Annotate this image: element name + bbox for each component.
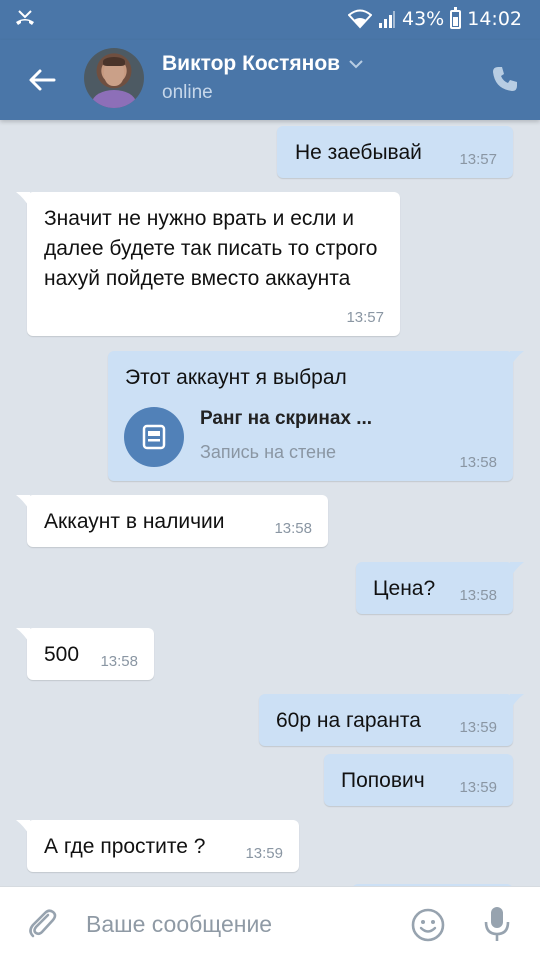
attachment-title: Ранг на скринах ... — [200, 408, 373, 429]
contact-name-row[interactable]: Виктор Костянов — [162, 52, 364, 76]
avatar[interactable] — [84, 48, 144, 108]
status-bar: 43% 14:02 — [0, 0, 540, 40]
missed-call-icon — [14, 8, 36, 30]
microphone-icon — [484, 907, 510, 941]
message-time: 13:59 — [245, 845, 283, 862]
message-bubble-in[interactable]: Значит не нужно врать и если и далее буд… — [16, 192, 400, 336]
emoji-button[interactable] — [410, 907, 446, 943]
signal-icon — [378, 9, 396, 29]
chat-header: Виктор Костянов online — [0, 40, 540, 120]
compose-bar — [0, 886, 540, 960]
wall-post-attachment[interactable]: Ранг на скринах ... Запись на стене — [124, 407, 372, 467]
message-bubble-out[interactable]: Попович 13:59 — [324, 754, 513, 806]
message-time: 13:58 — [274, 520, 312, 537]
message-time: 13:57 — [459, 151, 497, 168]
message-list[interactable]: Не заебывай 13:57 Значит не нужно врать … — [0, 120, 540, 886]
battery-percent: 43% — [402, 8, 445, 30]
contact-name: Виктор Костянов — [162, 52, 341, 75]
message-time: 13:57 — [346, 309, 384, 326]
message-time: 13:58 — [459, 587, 497, 604]
attachment-subtitle: Запись на стене — [200, 442, 337, 462]
attach-button[interactable] — [24, 905, 60, 941]
voice-message-button[interactable] — [482, 905, 512, 943]
message-text: Этот аккаунт я выбрал — [125, 366, 347, 389]
message-bubble-in[interactable]: Аккаунт в наличии 13:58 — [16, 495, 328, 547]
message-bubble-out[interactable]: Не заебывай 13:57 — [277, 126, 513, 178]
call-button[interactable] — [490, 64, 520, 94]
message-text: Попович — [341, 769, 425, 792]
wifi-icon — [348, 9, 372, 29]
message-bubble-in[interactable]: А где простите ? 13:59 — [16, 820, 299, 872]
emoji-icon — [411, 908, 445, 942]
message-time: 13:58 — [459, 454, 497, 471]
contact-status: online — [162, 82, 213, 103]
message-text: Цена? — [373, 577, 436, 600]
message-text: 500 — [44, 643, 80, 666]
message-input[interactable] — [86, 905, 386, 943]
wall-post-icon — [124, 407, 184, 467]
paperclip-icon — [29, 909, 57, 938]
phone-icon — [493, 67, 517, 91]
message-time: 13:59 — [459, 779, 497, 796]
message-time: 13:59 — [459, 719, 497, 736]
chevron-down-icon — [349, 60, 363, 69]
battery-icon — [450, 6, 462, 29]
message-bubble-out[interactable]: Цена? 13:58 — [356, 562, 524, 614]
message-text: 60р на гаранта — [276, 709, 421, 732]
message-time: 13:58 — [100, 653, 138, 670]
message-bubble-in[interactable]: 500 13:58 — [16, 628, 154, 680]
clock: 14:02 — [467, 8, 522, 30]
message-text: Не заебывай — [295, 141, 422, 164]
message-text: Значит не нужно врать и если и далее буд… — [44, 207, 378, 290]
message-text: А где простите ? — [44, 835, 206, 858]
message-bubble-out[interactable]: Этот аккаунт я выбрал Ранг на скринах ..… — [108, 351, 524, 481]
message-bubble-out[interactable]: 60р на гаранта 13:59 — [259, 694, 524, 746]
back-button[interactable] — [22, 62, 62, 98]
message-text: Аккаунт в наличии — [44, 510, 225, 533]
back-arrow-icon — [29, 69, 56, 91]
